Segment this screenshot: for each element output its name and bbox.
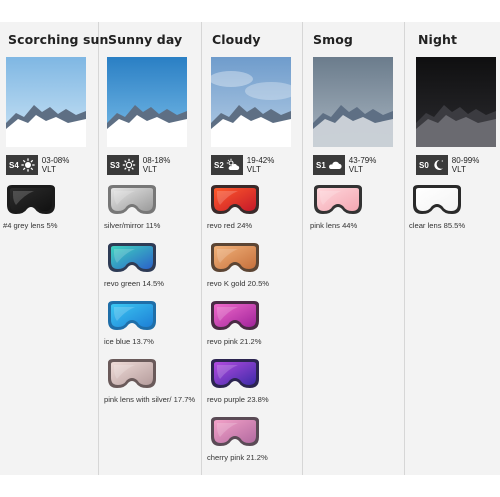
vlt-label: VLT [41,165,56,174]
sun-icon [122,158,136,172]
lens-label: #4 grey lens 5% [3,221,58,230]
column-title: Sunny day [108,32,183,47]
vlt-label: VLT [451,165,466,174]
goggle-lens-image [208,299,262,333]
category-box: S2 [211,155,243,175]
category-code: S3 [110,160,120,170]
category-box: S3 [107,155,139,175]
condition-photo [313,57,393,147]
vlt-text: 03-08% VLT [42,156,70,174]
vlt-badge: S0 80-99% VLT [416,155,479,175]
condition-photo [6,57,86,147]
column-title: Scorching sun [8,32,109,47]
vlt-label: VLT [246,165,261,174]
vlt-badge: S3 08-18% VLT [107,155,170,175]
vlt-label: VLT [142,165,157,174]
vlt-range: 43-79% [348,156,377,165]
vlt-range: 80-99% [451,156,480,165]
category-code: S4 [9,160,19,170]
category-box: S4 [6,155,38,175]
lens-label: revo pink 21.2% [207,337,262,346]
goggle-lens-image [105,357,159,391]
category-code: S2 [214,160,224,170]
bright-sun-icon [21,158,35,172]
condition-photo [211,57,291,147]
goggle-lens-image [208,241,262,275]
lens-label: cherry pink 21.2% [207,453,268,462]
column-title: Night [418,32,458,47]
category-code: S0 [419,160,429,170]
vlt-range: 19-42% [246,156,275,165]
category-box: S1 [313,155,345,175]
goggle-lens-image [4,183,58,217]
column-title: Cloudy [212,32,261,47]
goggle-lens-image [208,357,262,391]
vlt-badge: S1 43-79% VLT [313,155,376,175]
goggle-lens-image [410,183,464,217]
goggle-lens-image [208,183,262,217]
goggle-lens-image [105,183,159,217]
goggle-lens-image [105,241,159,275]
vlt-label: VLT [348,165,363,174]
lens-label: revo green 14.5% [104,279,164,288]
lens-label: revo red 24% [207,221,253,230]
top-margin [0,0,500,22]
vlt-text: 08-18% VLT [143,156,171,174]
moon-icon [431,158,445,172]
cloud-icon [328,158,342,172]
vlt-range: 03-08% [41,156,70,165]
goggle-lens-image [208,415,262,449]
vlt-text: 43-79% VLT [349,156,377,174]
goggle-lens-image [311,183,365,217]
lens-label: clear lens 85.5% [409,221,466,230]
condition-photo [107,57,187,147]
vlt-text: 19-42% VLT [247,156,275,174]
vlt-badge: S4 03-08% VLT [6,155,69,175]
column-title: Smog [313,32,353,47]
lens-label: revo purple 23.8% [207,395,269,404]
bottom-margin [0,475,500,497]
lens-label: revo K gold 20.5% [207,279,270,288]
category-code: S1 [316,160,326,170]
goggle-lens-image [105,299,159,333]
vlt-range: 08-18% [142,156,171,165]
sun-cloud-icon [226,158,240,172]
lens-label: pink lens 44% [310,221,358,230]
lens-label: ice blue 13.7% [104,337,154,346]
condition-photo [416,57,496,147]
vlt-text: 80-99% VLT [452,156,480,174]
vlt-badge: S2 19-42% VLT [211,155,274,175]
lens-label: pink lens with silver/ 17.7% [104,395,196,404]
category-box: S0 [416,155,448,175]
lens-label: silver/mirror 11% [104,221,161,230]
